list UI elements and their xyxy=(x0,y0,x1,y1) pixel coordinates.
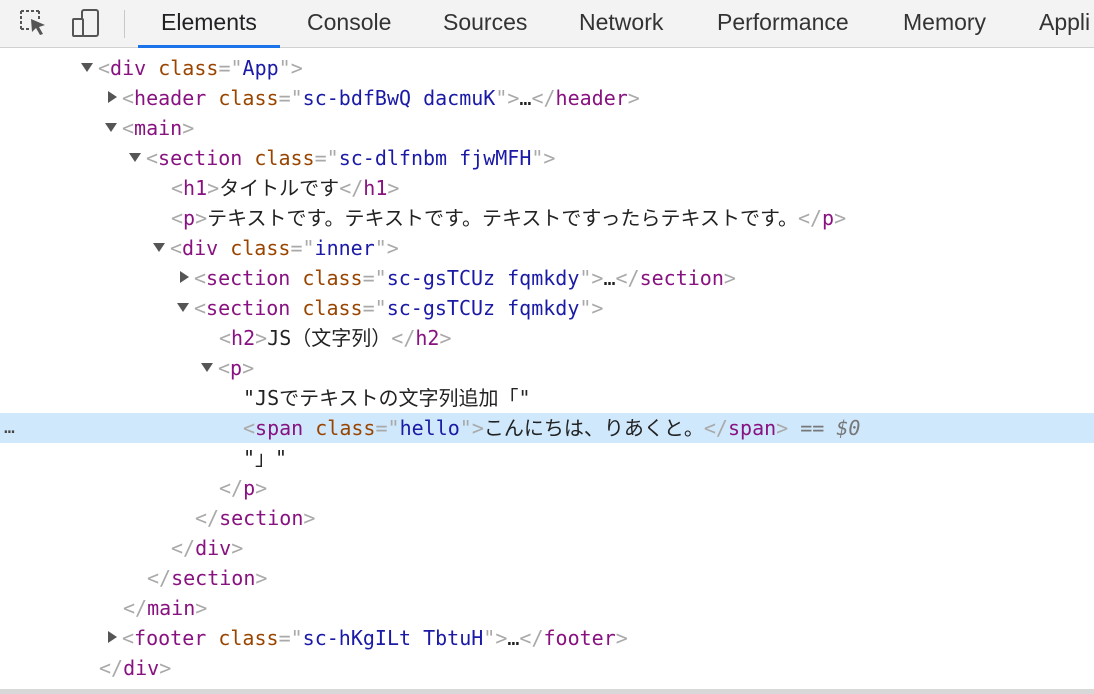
tag-name: span xyxy=(255,416,304,440)
tag-name: h1 xyxy=(363,176,388,200)
inspect-element-icon[interactable] xyxy=(17,7,51,39)
tag-name: footer xyxy=(134,626,207,650)
dom-node-h1[interactable]: <h1>タイトルです</h1> xyxy=(0,173,1094,203)
attr-name: class xyxy=(315,416,376,440)
tab-elements[interactable]: Elements xyxy=(138,0,280,48)
dom-close-section-outer[interactable]: </section> xyxy=(0,563,1094,593)
tag-name: div xyxy=(110,56,147,80)
dom-close-div-inner[interactable]: </div> xyxy=(0,533,1094,563)
dom-text-node[interactable]: "」" xyxy=(0,443,1094,473)
expand-arrow-icon[interactable] xyxy=(129,153,141,162)
dom-close-p[interactable]: </p> xyxy=(0,473,1094,503)
tag-name: section xyxy=(219,506,304,530)
tag-name: header xyxy=(555,86,628,110)
dom-close-div-app[interactable]: </div> xyxy=(0,653,1094,683)
attr-name: class xyxy=(218,86,279,110)
tag-name: section xyxy=(206,296,291,320)
attr-value: App xyxy=(242,56,279,80)
dom-node-footer[interactable]: <footer class="sc-hKgILt TbtuH">…</foote… xyxy=(0,623,1094,653)
attr-value: hello xyxy=(399,416,460,440)
tag-name: header xyxy=(134,86,207,110)
attr-name: class xyxy=(218,626,279,650)
dom-node-main[interactable]: <main> xyxy=(0,113,1094,143)
attr-value: sc-bdfBwQ dacmuK xyxy=(302,86,496,110)
tag-name: span xyxy=(727,416,777,440)
attr-name: class xyxy=(230,236,291,260)
collapsed-ellipsis[interactable]: … xyxy=(507,626,519,650)
expand-arrow-icon[interactable] xyxy=(201,363,213,372)
tab-sources[interactable]: Sources xyxy=(443,0,527,48)
toolbar-divider xyxy=(124,10,125,38)
attr-name: class xyxy=(302,296,363,320)
tag-name: div xyxy=(123,656,160,680)
dom-node-p-intro[interactable]: <p>テキストです。テキストです。テキストですったらテキストです。</p> xyxy=(0,203,1094,233)
dom-node-span-selected[interactable]: … <span class="hello">こんにちは、りあくと。</span>… xyxy=(0,413,1094,443)
more-options-icon[interactable]: … xyxy=(4,413,15,443)
dom-tree: <div class="App"> <header class="sc-bdfB… xyxy=(0,53,1094,683)
text-content: "JSでテキストの文字列追加「" xyxy=(243,386,531,410)
dom-text-node[interactable]: "JSでテキストの文字列追加「" xyxy=(0,383,1094,413)
tab-performance[interactable]: Performance xyxy=(717,0,849,48)
attr-name: class xyxy=(158,56,219,80)
tab-network[interactable]: Network xyxy=(579,0,663,48)
dom-node-section-open[interactable]: <section class="sc-gsTCUz fqmkdy"> xyxy=(0,293,1094,323)
tag-name: p xyxy=(243,476,256,500)
tag-name: h2 xyxy=(231,326,256,350)
dom-node-div-app[interactable]: <div class="App"> xyxy=(0,53,1094,83)
device-toolbar-icon[interactable] xyxy=(70,7,104,39)
collapse-arrow-icon[interactable] xyxy=(108,631,117,643)
dom-node-section-outer[interactable]: <section class="sc-dlfnbm fjwMFH"> xyxy=(0,143,1094,173)
collapse-arrow-icon[interactable] xyxy=(108,91,117,103)
tab-console[interactable]: Console xyxy=(307,0,391,48)
text-content: "」" xyxy=(243,446,288,470)
attr-value: inner xyxy=(314,236,375,260)
attr-name: class xyxy=(254,146,315,170)
dom-close-main[interactable]: </main> xyxy=(0,593,1094,623)
expand-arrow-icon[interactable] xyxy=(153,243,165,252)
dom-node-p-js[interactable]: <p> xyxy=(0,353,1094,383)
text-content: こんにちは、りあくと。 xyxy=(483,416,704,440)
expand-arrow-icon[interactable] xyxy=(177,303,189,312)
attr-value: sc-hKgILt TbtuH xyxy=(302,626,484,650)
dom-node-h2[interactable]: <h2>JS（文字列）</h2> xyxy=(0,323,1094,353)
selected-node-marker: == $0 xyxy=(800,416,861,440)
tag-name: p xyxy=(183,206,196,230)
attr-value: sc-gsTCUz fqmkdy xyxy=(386,266,580,290)
dom-node-section-collapsed[interactable]: <section class="sc-gsTCUz fqmkdy">…</sec… xyxy=(0,263,1094,293)
tab-application[interactable]: Appli xyxy=(1039,0,1090,48)
devtools-toolbar: Elements Console Sources Network Perform… xyxy=(0,0,1094,48)
tab-memory[interactable]: Memory xyxy=(903,0,986,48)
dom-node-div-inner[interactable]: <div class="inner"> xyxy=(0,233,1094,263)
collapse-arrow-icon[interactable] xyxy=(180,271,189,283)
text-content: タイトルです xyxy=(219,176,340,200)
text-content: JS（文字列） xyxy=(267,326,392,350)
attr-value: sc-gsTCUz fqmkdy xyxy=(386,296,580,320)
tag-name: h1 xyxy=(183,176,208,200)
attr-name: class xyxy=(302,266,363,290)
dom-close-section[interactable]: </section> xyxy=(0,503,1094,533)
tag-name: p xyxy=(822,206,835,230)
dom-node-header[interactable]: <header class="sc-bdfBwQ dacmuK">…</head… xyxy=(0,83,1094,113)
tag-name: section xyxy=(206,266,291,290)
horizontal-scrollbar[interactable] xyxy=(0,689,1094,694)
expand-arrow-icon[interactable] xyxy=(105,123,117,132)
tag-name: section xyxy=(639,266,724,290)
tag-name: footer xyxy=(543,626,616,650)
tag-name: main xyxy=(134,116,183,140)
tag-name: div xyxy=(182,236,219,260)
tag-name: h2 xyxy=(415,326,440,350)
expand-arrow-icon[interactable] xyxy=(81,63,93,72)
tag-name: section xyxy=(171,566,256,590)
tag-name: section xyxy=(158,146,243,170)
tag-name: main xyxy=(147,596,196,620)
attr-value: sc-dlfnbm fjwMFH xyxy=(338,146,532,170)
collapsed-ellipsis[interactable]: … xyxy=(519,86,531,110)
tag-name: div xyxy=(195,536,232,560)
text-content: テキストです。テキストです。テキストですったらテキストです。 xyxy=(207,206,798,230)
tag-name: p xyxy=(230,356,243,380)
collapsed-ellipsis[interactable]: … xyxy=(603,266,615,290)
